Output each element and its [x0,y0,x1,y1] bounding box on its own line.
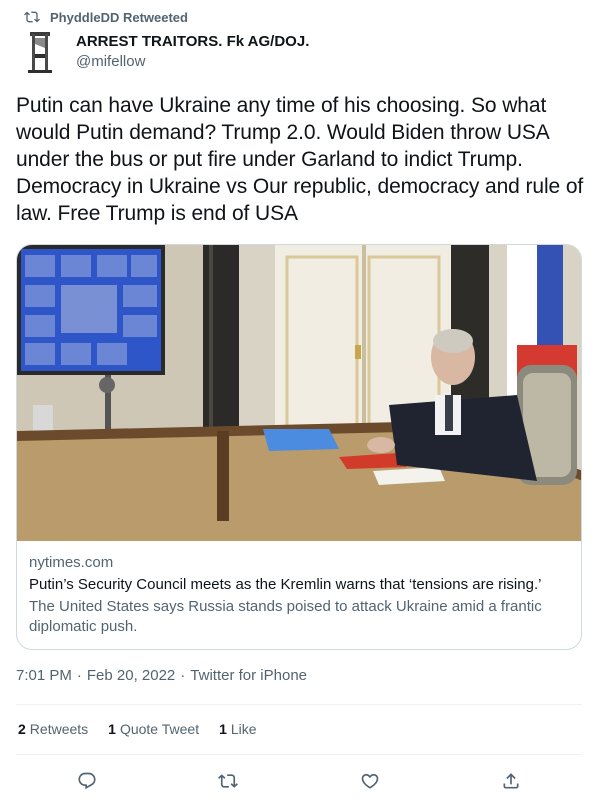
user-handle[interactable]: @mifellow [76,52,309,72]
meta-separator: · [180,667,186,684]
avatar[interactable] [16,28,64,76]
tweet-author: ARREST TRAITORS. Fk AG/DOJ. @mifellow [16,28,309,76]
tweet-meta: 7:01 PM · Feb 20, 2022 · Twitter for iPh… [16,667,307,684]
retweet-small-icon [24,11,40,23]
tweet-text: Putin can have Ukraine any time of his c… [16,94,584,225]
share-button[interactable] [494,764,528,798]
like-icon [361,773,379,789]
guillotine-avatar-icon [28,32,52,73]
retweets-count: 2 [18,721,26,737]
card-image [17,245,581,541]
tweet-source[interactable]: Twitter for iPhone [190,667,307,684]
tweet-time[interactable]: 7:01 PM [16,667,72,684]
card-domain: nytimes.com [29,554,114,571]
retweet-icon [218,774,239,788]
retweet-header[interactable]: PhyddleDD Retweeted [24,8,188,26]
card-photo [17,245,581,541]
link-card[interactable]: nytimes.com Putin’s Security Council mee… [16,244,582,650]
likes-count: 1 [219,721,227,737]
quotes-label: Quote Tweet [119,721,200,737]
retweet-button[interactable] [211,764,245,798]
card-title: Putin’s Security Council meets as the Kr… [29,576,542,593]
likes-stat[interactable]: 1 Like [219,721,256,737]
retweet-label: PhyddleDD Retweeted [50,9,188,25]
quotes-count: 1 [108,721,116,737]
retweets-label: Retweets [29,721,89,737]
tweet-date[interactable]: Feb 20, 2022 [87,667,175,684]
tweet-actions [16,764,582,798]
reply-icon [78,772,96,790]
likes-label: Like [230,721,257,737]
divider [16,754,582,755]
retweets-stat[interactable]: 2 Retweets [18,721,88,737]
divider [16,704,582,705]
like-button[interactable] [353,764,387,798]
meta-separator: · [76,667,82,684]
share-icon [503,773,519,789]
reply-button[interactable] [70,764,104,798]
quote-tweets-stat[interactable]: 1 Quote Tweet [108,721,199,737]
card-description: The United States says Russia stands poi… [29,598,542,635]
tweet-stats: 2 Retweets 1 Quote Tweet 1 Like [18,721,277,737]
display-name[interactable]: ARREST TRAITORS. Fk AG/DOJ. [76,32,309,52]
